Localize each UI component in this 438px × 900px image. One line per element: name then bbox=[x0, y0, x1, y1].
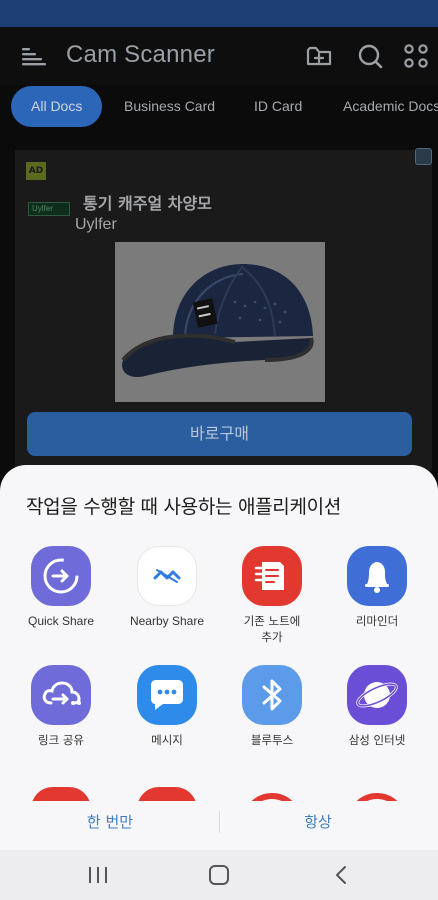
nearby-share-icon bbox=[137, 546, 197, 606]
home-icon[interactable] bbox=[207, 864, 231, 886]
bluetooth-icon bbox=[242, 665, 302, 725]
app-reminder[interactable]: 리마인더 bbox=[325, 546, 429, 629]
ad-title: 통기 캐주얼 차양모 bbox=[83, 194, 212, 213]
divider bbox=[219, 811, 220, 833]
back-icon[interactable] bbox=[330, 864, 354, 886]
recent-apps-icon[interactable] bbox=[86, 864, 110, 886]
status-bar bbox=[0, 0, 438, 27]
app-title: Cam Scanner bbox=[66, 41, 215, 68]
ad-badge: AD bbox=[26, 162, 46, 180]
always-button[interactable]: 항상 bbox=[248, 807, 388, 837]
app-label: 삼성 인터넷 bbox=[348, 733, 406, 747]
ad-card[interactable]: AD Uylfer 통기 캐주얼 차양모 Uylfer 바로구매 bbox=[15, 148, 432, 470]
app-bar: Cam Scanner bbox=[0, 27, 438, 85]
tab-academic-docs[interactable]: Academic Docs bbox=[323, 86, 438, 127]
app-quick-share[interactable]: Quick Share bbox=[9, 546, 113, 629]
app-bluetooth[interactable]: 블루투스 bbox=[220, 665, 324, 748]
app-label: Nearby Share bbox=[129, 614, 205, 628]
reminder-bell-icon bbox=[347, 546, 407, 606]
tab-all-docs[interactable]: All Docs bbox=[11, 86, 103, 127]
scan-icon[interactable] bbox=[402, 42, 430, 70]
tab-id-card[interactable]: ID Card bbox=[234, 86, 322, 127]
just-once-button[interactable]: 한 번만 bbox=[40, 807, 180, 837]
app-label: 리마인더 bbox=[355, 614, 399, 628]
link-share-cloud-icon bbox=[31, 665, 91, 725]
category-tabs: All Docs Business Card ID Card Academic … bbox=[0, 86, 438, 128]
app-label: 링크 공유 bbox=[38, 733, 84, 747]
app-notes[interactable]: 기존 노트에 추가 bbox=[220, 546, 324, 645]
ad-product-image[interactable] bbox=[115, 242, 325, 402]
app-label: 블루투스 bbox=[250, 733, 294, 747]
app-link-share[interactable]: 링크 공유 bbox=[9, 665, 113, 748]
tab-business-card[interactable]: Business Card bbox=[104, 86, 235, 127]
buy-now-button[interactable]: 바로구매 bbox=[27, 412, 412, 456]
search-icon[interactable] bbox=[356, 42, 384, 70]
samsung-internet-icon bbox=[347, 665, 407, 725]
add-folder-icon[interactable] bbox=[305, 42, 333, 70]
app-label: 메시지 bbox=[151, 733, 183, 747]
ad-logo: Uylfer bbox=[28, 202, 70, 216]
quick-share-icon bbox=[31, 546, 91, 606]
menu-icon[interactable] bbox=[22, 47, 46, 67]
app-label: 기존 노트에 추가 bbox=[243, 614, 301, 644]
app-nearby-share[interactable]: Nearby Share bbox=[115, 546, 219, 629]
app-label: Quick Share bbox=[27, 614, 95, 628]
ad-brand: Uylfer bbox=[75, 216, 117, 233]
app-messages[interactable]: 메시지 bbox=[115, 665, 219, 748]
ad-info-icon[interactable] bbox=[415, 148, 432, 165]
sheet-action-bar: 한 번만 항상 bbox=[0, 801, 438, 850]
app-samsung-internet[interactable]: 삼성 인터넷 bbox=[325, 665, 429, 748]
system-nav-bar bbox=[0, 850, 438, 900]
sheet-title: 작업을 수행할 때 사용하는 애플리케이션 bbox=[26, 496, 342, 518]
app-chooser-sheet: 작업을 수행할 때 사용하는 애플리케이션 Quick Share Nearby… bbox=[0, 465, 438, 850]
messages-icon bbox=[137, 665, 197, 725]
notes-icon bbox=[242, 546, 302, 606]
